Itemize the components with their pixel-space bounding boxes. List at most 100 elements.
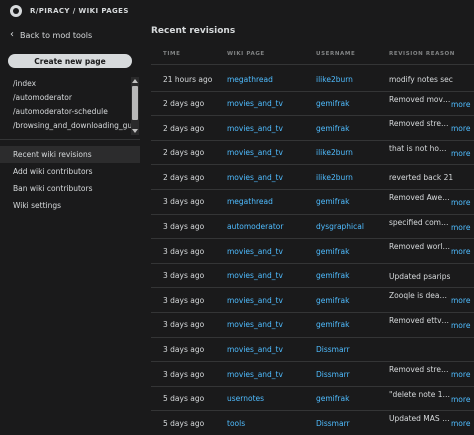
revision-time: 2 days ago <box>163 148 205 158</box>
revision-reason: reverted back 21 hours <box>389 165 453 189</box>
revision-reason: specified comm... <box>389 215 453 239</box>
wiki-page-link[interactable]: movies_and_tv <box>227 313 311 337</box>
revision-reason-text: Removed strea... <box>389 365 451 375</box>
revision-reason: Removed worldc... <box>389 239 453 263</box>
table-row: 2 days ago movies_and_tv ilike2burn that is… <box>151 141 474 166</box>
revision-reason-text: Removed Aweso... <box>389 192 451 202</box>
wiki-page-item[interactable]: /browsing_and_downloading_guide <box>8 119 132 133</box>
wiki-page-link[interactable]: movies_and_tv <box>227 165 311 189</box>
create-new-page-button[interactable]: Create new page <box>8 54 132 68</box>
more-link[interactable]: more <box>451 321 470 330</box>
username-link[interactable]: ilike2burn <box>316 67 386 91</box>
wiki-page-item[interactable]: /automoderator-schedule <box>8 105 132 119</box>
wiki-page-link[interactable]: tools <box>227 411 311 435</box>
column-header-time: TIME <box>163 51 181 57</box>
more-link[interactable]: more <box>451 296 470 305</box>
wiki-page-link[interactable]: movies_and_tv <box>227 92 311 116</box>
username-link[interactable]: dysgraphical <box>316 215 386 239</box>
scrollbar-thumb[interactable] <box>132 86 138 120</box>
revision-reason-text: Removed worldc... <box>389 242 451 252</box>
table-row: 2 days ago movies_and_tv gemifrak Removed s… <box>151 116 474 141</box>
wiki-page-link[interactable]: movies_and_tv <box>227 288 311 312</box>
back-label: Back to mod tools <box>20 30 93 40</box>
table-row: 3 days ago megathread gemifrak Removed Awes… <box>151 190 474 215</box>
revision-time: 3 days ago <box>163 246 205 256</box>
username-link[interactable]: gemifrak <box>316 387 386 411</box>
more-link[interactable]: more <box>451 149 470 158</box>
revision-reason-text: that is not how t... <box>389 143 451 153</box>
wiki-page-item[interactable]: /automoderator <box>8 91 132 105</box>
wiki-page-link[interactable]: movies_and_tv <box>227 116 311 140</box>
nav-add-wiki-contributors[interactable]: Add wiki contributors <box>0 163 140 180</box>
username-link[interactable]: gemifrak <box>316 92 386 116</box>
table-row: 2 days ago movies_and_tv ilike2burn reverte… <box>151 165 474 190</box>
revision-time: 3 days ago <box>163 271 205 281</box>
nav-ban-wiki-contributors[interactable]: Ban wiki contributors <box>0 180 140 197</box>
wiki-page-link[interactable]: movies_and_tv <box>227 362 311 386</box>
revision-reason: Removed Aweso... <box>389 190 453 214</box>
top-bar: R/PIRACY / WIKI PAGES <box>0 0 474 22</box>
sidebar-divider <box>0 139 140 140</box>
wiki-page-item[interactable]: /index <box>8 77 132 91</box>
wiki-page-link[interactable]: movies_and_tv <box>227 338 311 362</box>
username-link[interactable]: Dissmarr <box>316 362 386 386</box>
username-link[interactable]: gemifrak <box>316 239 386 263</box>
revision-reason: modify notes section <box>389 67 453 91</box>
more-link[interactable]: more <box>451 223 470 232</box>
page-title: Recent revisions <box>151 26 236 36</box>
revision-reason <box>389 338 453 362</box>
more-link[interactable]: more <box>451 395 470 404</box>
back-to-mod-tools-link[interactable]: ‹ Back to mod tools <box>10 28 92 42</box>
wiki-page-link[interactable]: megathread <box>227 190 311 214</box>
wiki-nav: Recent wiki revisions Add wiki contribut… <box>0 146 140 214</box>
table-header: TIME WIKI PAGE USERNAME REVISION REASON <box>151 43 474 65</box>
scroll-up-icon[interactable] <box>132 79 138 83</box>
column-header-wiki-page: WIKI PAGE <box>227 51 265 57</box>
table-row: 3 days ago movies_and_tv Dissmarr Removed s… <box>151 362 474 387</box>
username-link[interactable]: gemifrak <box>316 288 386 312</box>
username-link[interactable]: gemifrak <box>316 264 386 288</box>
wiki-page-link[interactable]: automoderator <box>227 215 311 239</box>
wiki-page-link[interactable]: movies_and_tv <box>227 141 311 165</box>
nav-recent-wiki-revisions[interactable]: Recent wiki revisions <box>0 146 140 163</box>
more-link[interactable]: more <box>451 124 470 133</box>
more-link[interactable]: more <box>451 198 470 207</box>
username-link[interactable]: gemifrak <box>316 313 386 337</box>
username-link[interactable]: ilike2burn <box>316 141 386 165</box>
wiki-page-link[interactable]: megathread <box>227 67 311 91</box>
revision-reason: Updated MAS ve... <box>389 411 453 435</box>
username-link[interactable]: gemifrak <box>316 190 386 214</box>
table-row: 2 days ago movies_and_tv gemifrak Removed m… <box>151 92 474 117</box>
column-header-revision-reason: REVISION REASON <box>389 51 455 57</box>
revision-reason: "delete note 157... <box>389 387 453 411</box>
page-list-scrollbar[interactable] <box>131 77 139 135</box>
revision-time: 2 days ago <box>163 172 205 182</box>
username-link[interactable]: ilike2burn <box>316 165 386 189</box>
nav-wiki-settings[interactable]: Wiki settings <box>0 197 140 214</box>
sidebar: ‹ Back to mod tools Create new page /ind… <box>0 22 140 435</box>
breadcrumb: R/PIRACY / WIKI PAGES <box>30 7 129 15</box>
table-body: 21 hours ago megathread ilike2burn modify n… <box>151 67 474 435</box>
scroll-down-icon[interactable] <box>132 129 138 133</box>
wiki-page-link[interactable]: movies_and_tv <box>227 264 311 288</box>
table-row: 5 days ago usernotes gemifrak "delete note … <box>151 387 474 412</box>
more-link[interactable]: more <box>451 370 470 379</box>
main-panel: Recent revisions TIME WIKI PAGE USERNAME… <box>141 22 474 435</box>
username-link[interactable]: Dissmarr <box>316 411 386 435</box>
more-link[interactable]: more <box>451 100 470 109</box>
more-link[interactable]: more <box>451 247 470 256</box>
revision-reason-text: specified comm... <box>389 217 451 227</box>
revision-time: 21 hours ago <box>163 74 213 84</box>
revision-reason: Removed moviet... <box>389 92 453 116</box>
table-row: 3 days ago movies_and_tv gemifrak Removed e… <box>151 313 474 338</box>
table-row: 21 hours ago megathread ilike2burn modify n… <box>151 67 474 92</box>
wiki-page-link[interactable]: usernotes <box>227 387 311 411</box>
revision-time: 2 days ago <box>163 99 205 109</box>
revision-reason: Zooqle is dead. ... <box>389 288 453 312</box>
more-link[interactable]: more <box>451 419 470 428</box>
revision-reason: Updated psarips link <box>389 264 453 288</box>
revision-time: 3 days ago <box>163 197 205 207</box>
username-link[interactable]: gemifrak <box>316 116 386 140</box>
username-link[interactable]: Dissmarr <box>316 338 386 362</box>
wiki-page-link[interactable]: movies_and_tv <box>227 239 311 263</box>
